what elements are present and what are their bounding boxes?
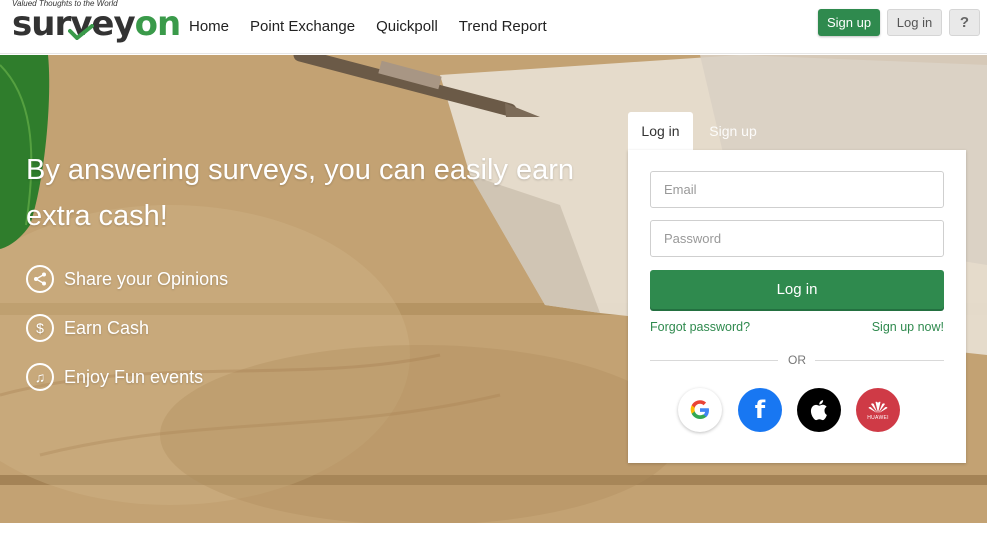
facebook-icon: f: [754, 396, 766, 424]
nav-point-exchange[interactable]: Point Exchange: [250, 18, 355, 35]
feature-fun-events: ♫ Enjoy Fun events: [26, 363, 203, 391]
facebook-login-button[interactable]: f: [738, 388, 782, 432]
password-field[interactable]: Password: [650, 220, 944, 257]
header-signup-button[interactable]: Sign up: [818, 9, 880, 36]
forgot-password-link[interactable]: Forgot password?: [650, 320, 750, 334]
nav-home[interactable]: Home: [189, 18, 229, 35]
divider-or-label: OR: [788, 353, 806, 367]
huawei-login-button[interactable]: HUAWEI: [856, 388, 900, 432]
feature-label: Enjoy Fun events: [64, 366, 204, 387]
hero-headline: By answering surveys, you can easily ear…: [26, 154, 575, 232]
huawei-icon: [868, 401, 888, 413]
tab-signup[interactable]: Sign up: [695, 112, 771, 150]
logo-checkmark-icon: [68, 24, 94, 40]
nav-quickpoll[interactable]: Quickpoll: [376, 18, 438, 35]
divider-right: [815, 360, 944, 361]
nav-trend-report[interactable]: Trend Report: [459, 18, 547, 35]
main-nav: Home Point Exchange Quickpoll Trend Repo…: [189, 18, 547, 35]
dollar-icon: $: [26, 314, 54, 342]
feature-label: Share your Opinions: [64, 268, 229, 289]
page-bottom-strip: [0, 523, 987, 538]
tab-login[interactable]: Log in: [628, 112, 693, 150]
feature-label: Earn Cash: [64, 317, 150, 338]
login-submit-button[interactable]: Log in: [650, 270, 944, 309]
feature-share-opinions: Share your Opinions: [26, 265, 228, 293]
huawei-caption: HUAWEI: [867, 414, 889, 421]
feature-earn-cash: $ Earn Cash: [26, 314, 149, 342]
logo-wordmark: surveyon: [12, 4, 181, 44]
surveyon-logo[interactable]: Valued Thoughts to the World surveyon: [12, 0, 181, 48]
apple-login-button[interactable]: [797, 388, 841, 432]
login-form-card: Email Password Log in Forgot password? S…: [628, 150, 966, 463]
google-login-button[interactable]: [678, 388, 722, 432]
divider-left: [650, 360, 778, 361]
top-navigation-bar: Valued Thoughts to the World surveyon Ho…: [0, 0, 987, 54]
signup-now-link[interactable]: Sign up now!: [872, 320, 944, 334]
header-login-button[interactable]: Log in: [887, 9, 942, 36]
email-field[interactable]: Email: [650, 171, 944, 208]
google-icon: [690, 400, 709, 419]
music-note-icon: ♫: [26, 363, 54, 391]
help-button[interactable]: ?: [949, 9, 980, 36]
share-icon: [26, 265, 54, 293]
apple-icon: [810, 400, 827, 421]
